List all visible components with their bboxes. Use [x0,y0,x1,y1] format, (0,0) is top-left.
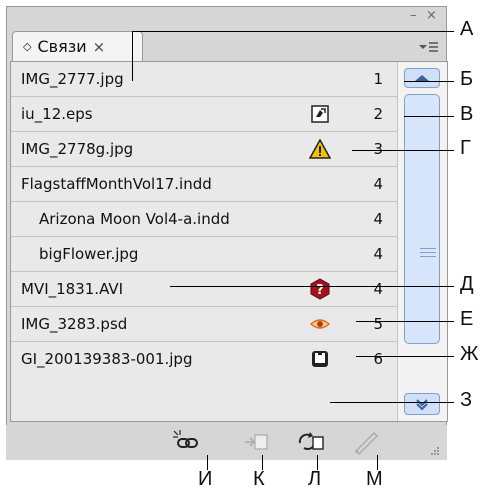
callout-label-l: Л [308,468,322,490]
edit-original-button[interactable] [352,429,382,455]
chevron-up-icon [415,75,429,81]
panel-menu-icon [419,42,438,52]
link-name: Arizona Moon Vol4-a.indd [39,210,230,228]
callout-label-b: Б [460,68,474,90]
page-number: 4 [373,280,383,298]
callout-label-m: М [366,468,383,490]
callout-label-zh: Ж [460,343,479,365]
tab-diamond-icon: ◇ [23,40,32,53]
link-name: IMG_2778g.jpg [21,140,134,158]
close-panel-button[interactable]: × [426,8,437,23]
go-to-link-icon [245,434,268,450]
list-item[interactable]: GI_200139383-001.jpg 6 [11,342,397,376]
page-number: 5 [373,315,383,333]
page-number: 4 [373,175,383,193]
scroll-thumb[interactable] [404,94,440,344]
tab-links[interactable]: ◇ Связи × [12,31,143,61]
callout-label-d: Д [460,273,474,295]
callout-label-k: К [253,468,265,490]
page-number: 1 [373,70,383,88]
missing-icon: ? [309,278,331,300]
tab-label: Связи [37,37,87,56]
page-number: 3 [373,140,383,158]
link-name: GI_200139383-001.jpg [21,350,193,368]
list-item[interactable]: MVI_1831.AVI ? 4 [11,272,397,306]
link-name: IMG_2777.jpg [21,70,124,88]
layer-visibility-icon [309,313,331,335]
update-link-button[interactable] [296,429,326,455]
page-number: 6 [373,350,383,368]
callout-label-a: А [460,18,474,40]
callout-label-g: Г [460,137,471,159]
list-item[interactable]: iu_12.eps 2 [11,97,397,131]
warning-icon [309,138,331,160]
callout-label-e: Е [460,308,474,330]
link-name: FlagstaffMonthVol17.indd [21,175,212,193]
list-item[interactable]: IMG_2778g.jpg 3 [11,132,397,166]
callout-label-z: З [460,389,473,411]
relink-button[interactable] [172,429,202,455]
scroll-down-button[interactable] [404,393,440,415]
modified-icon [309,103,331,125]
page-number: 4 [373,210,383,228]
link-name: IMG_3283.psd [21,315,128,333]
link-name: bigFlower.jpg [39,245,139,263]
chevron-down-icon [416,399,428,411]
list-item[interactable]: Arizona Moon Vol4-a.indd 4 [11,202,397,236]
link-name: MVI_1831.AVI [21,280,124,298]
panel-menu-button[interactable] [416,40,440,58]
callout-label-v: В [460,103,474,125]
tab-close-button[interactable]: × [93,38,106,56]
list-item[interactable]: bigFlower.jpg 4 [11,237,397,271]
go-to-link-button[interactable] [242,429,272,455]
update-link-icon [298,432,324,451]
edit-original-icon [354,432,378,455]
page-number: 4 [373,245,383,263]
embedded-icon [309,348,331,370]
scroll-up-button[interactable] [404,68,440,88]
minimize-button[interactable]: – [410,8,417,23]
link-name: iu_12.eps [21,105,93,123]
scroll-grip-icon [420,245,436,259]
resize-grip-icon [431,447,439,455]
relink-icon [173,430,198,448]
links-list: IMG_2777.jpg 1 iu_12.eps 2 IMG_2778g.jpg… [10,61,448,422]
list-item[interactable]: IMG_2777.jpg 1 [11,62,397,96]
callout-label-i: И [198,468,213,490]
panel-toolbar [6,425,447,460]
list-item[interactable]: FlagstaffMonthVol17.indd 4 [11,167,397,201]
list-item[interactable]: IMG_3283.psd 5 [11,307,397,341]
page-number: 2 [373,105,383,123]
